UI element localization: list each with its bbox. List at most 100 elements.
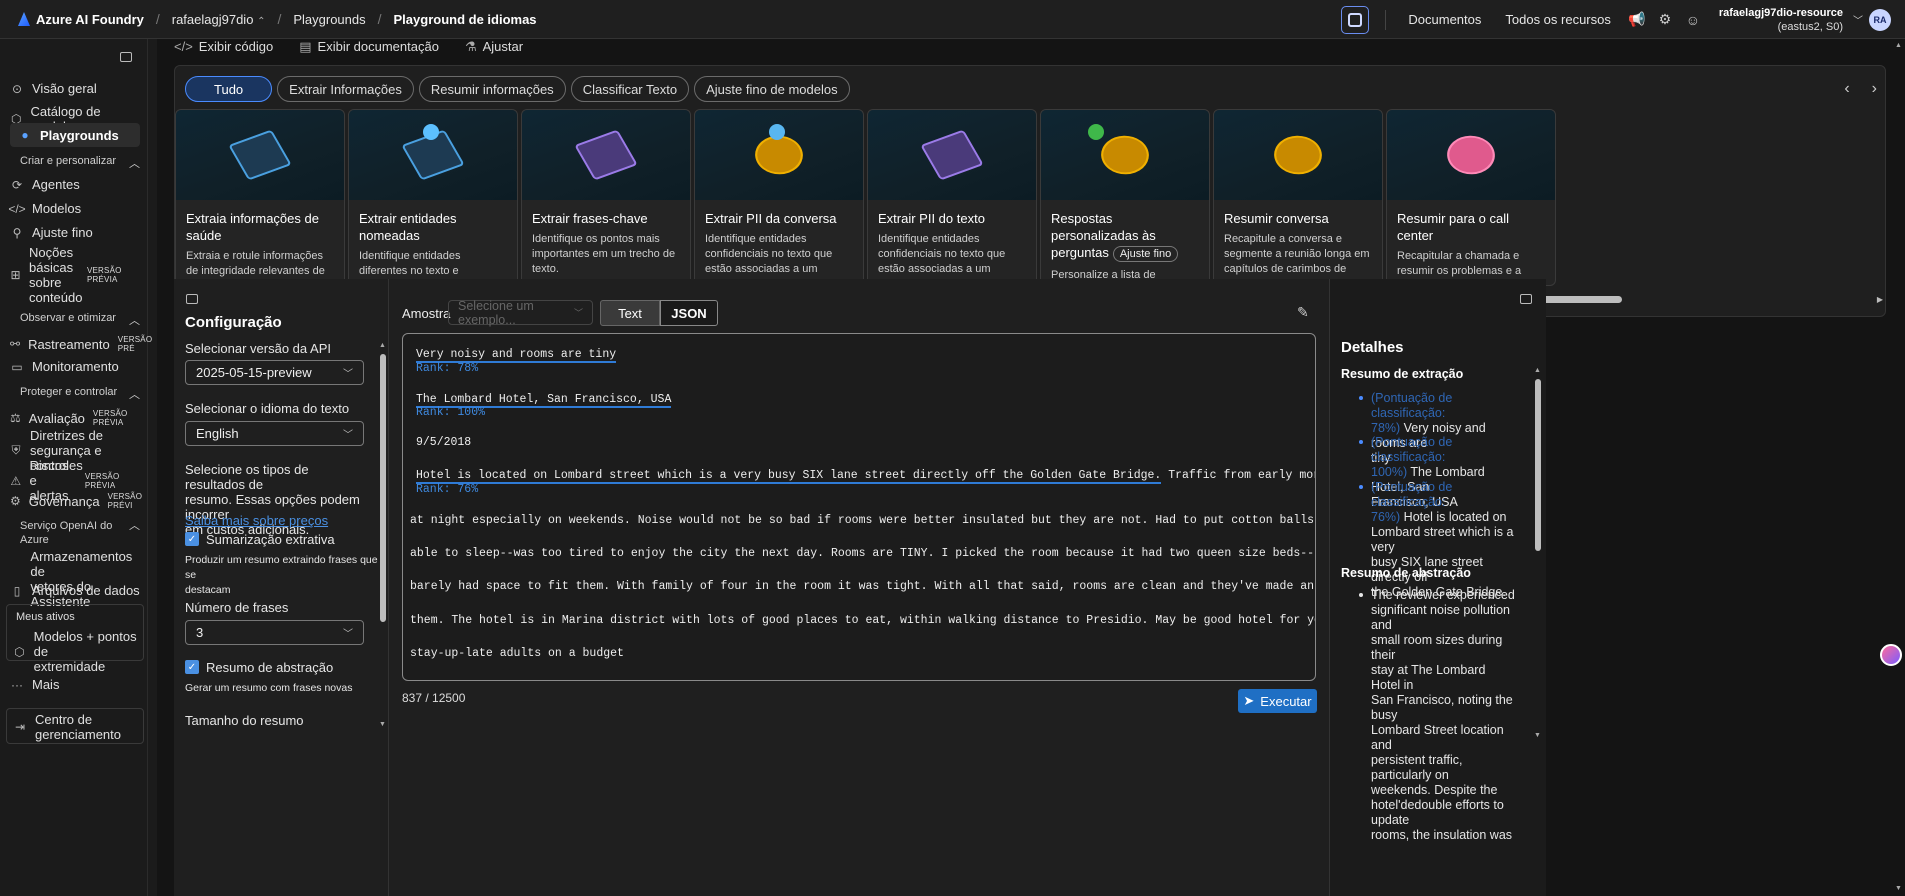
extract-item: (Pontuação de classificação: 76%) Hotel i… <box>1371 480 1514 599</box>
adjust-button[interactable]: ⚗ Ajustar <box>465 39 523 57</box>
breadcrumb-project[interactable]: rafaelagj97dio ⌃ <box>172 12 266 27</box>
scroll-down-icon[interactable]: ▼ <box>1895 885 1902 892</box>
all-resources-link[interactable]: Todos os recursos <box>1505 12 1611 27</box>
sidebar-item-evaluation[interactable]: ⚖ Avaliação VERSÃO PRÉVIA <box>10 409 140 427</box>
scroll-up-icon[interactable]: ▲ <box>379 342 386 349</box>
chip-classify[interactable]: Classificar Texto <box>570 76 690 102</box>
chip-extract[interactable]: Extrair Informações <box>277 76 414 102</box>
config-title: Configuração <box>185 314 282 331</box>
copilot-button[interactable] <box>1341 5 1370 34</box>
card-health[interactable]: Extraia informações de saúde Extraia e ro… <box>175 109 345 286</box>
sidebar-item-finetune[interactable]: ⚲ Ajuste fino <box>10 225 140 240</box>
tab-text[interactable]: Text <box>600 300 660 326</box>
collapse-details-icon[interactable] <box>1520 294 1532 304</box>
config-scrollbar[interactable]: ▲ ▼ <box>379 342 387 728</box>
chevron-up-icon: ︿ <box>129 158 140 170</box>
account-info[interactable]: rafaelagj97dio-resource (eastus2, S0) <box>1719 6 1843 34</box>
text-display[interactable]: Very noisy and rooms are tiny Rank: 78% … <box>402 333 1316 681</box>
copilot-bubble-icon[interactable] <box>1880 644 1902 666</box>
card-pii-conversation[interactable]: Extrair PII da conversa Identifique entid… <box>694 109 864 286</box>
chevron-left-icon[interactable]: ‹ <box>1844 80 1849 98</box>
sidebar-item-vector-stores[interactable]: Armazenamentos de vetores do Assistente <box>10 549 140 609</box>
card-custom-qa[interactable]: Respostas personalizadas às perguntas Aju… <box>1040 109 1210 286</box>
text-line: barely had space to fit them. With famil… <box>410 580 1315 593</box>
card-entities[interactable]: Extrair entidades nomeadas Identifique en… <box>348 109 518 286</box>
extract-summary-title: Resumo de extração <box>1341 367 1464 381</box>
breadcrumb-playgrounds[interactable]: Playgrounds <box>293 12 365 27</box>
abstract-summary-title: Resumo de abstração <box>1341 566 1471 580</box>
scroll-down-icon[interactable]: ▼ <box>1534 732 1541 739</box>
view-docs-button[interactable]: ▤ Exibir documentação <box>299 39 439 57</box>
extractive-checkbox[interactable]: ✓ <box>185 532 199 546</box>
finetune-tag: Ajuste fino <box>1112 246 1179 262</box>
megaphone-icon[interactable]: 📢 <box>1628 11 1645 28</box>
language-select[interactable]: English ﹀ <box>185 421 364 446</box>
card-keyphrases[interactable]: Extrair frases-chave Identifique os ponto… <box>521 109 691 286</box>
chevron-right-icon[interactable]: › <box>1872 80 1877 98</box>
brand[interactable]: Azure AI Foundry <box>0 12 144 27</box>
sidebar-item-more[interactable]: ··· Mais <box>10 677 140 692</box>
collapse-sidebar-icon[interactable] <box>120 52 132 62</box>
scroll-up-icon[interactable]: ▲ <box>1895 42 1902 49</box>
management-center[interactable]: ⇥ Centro de gerenciamento <box>6 708 144 744</box>
collapse-panel-icon[interactable] <box>186 294 198 304</box>
chevron-down-icon: ﹀ <box>343 430 353 441</box>
smiley-icon[interactable]: ☺ <box>1685 12 1701 28</box>
content-icon: ⊞ <box>10 268 21 282</box>
filter-chips: Tudo Extrair Informações Resumir informa… <box>185 76 850 102</box>
sidebar-item-monitoring[interactable]: ▭ Monitoramento <box>10 359 140 374</box>
sidebar-item-content-basics[interactable]: ⊞ Noções básicas sobre conteúdo VERSÃO PRÉV… <box>10 245 140 305</box>
section-create[interactable]: Criar e personalizar ︿ <box>20 155 140 171</box>
bullet <box>1359 440 1363 444</box>
chip-summarize[interactable]: Resumir informações <box>418 76 566 102</box>
section-protect[interactable]: Proteger e controlar ︿ <box>20 386 140 402</box>
num-sentences-select[interactable]: 3 ﹀ <box>185 620 364 645</box>
scroll-thumb[interactable] <box>1535 379 1541 551</box>
avatar[interactable]: RA <box>1869 8 1891 31</box>
sidebar-item-models-endpoints[interactable]: ⬡ Modelos + pontos de extremidade <box>13 629 143 674</box>
sidebar-item-models[interactable]: </> Modelos <box>8 201 140 216</box>
sidebar-item-data-files[interactable]: ▯ Arquivos de dados <box>10 583 140 598</box>
details-scrollbar[interactable]: ▲ ▼ <box>1534 367 1542 739</box>
card-illustration <box>349 110 517 200</box>
card-summarize-conversation[interactable]: Resumir conversa Recapitule a conversa e … <box>1213 109 1383 286</box>
account-name: rafaelagj97dio-resource <box>1718 6 1843 19</box>
api-version-select[interactable]: 2025-05-15-preview ﹀ <box>185 360 364 385</box>
sidebar-item-playgrounds[interactable]: ● Playgrounds <box>10 123 140 147</box>
scroll-thumb[interactable] <box>380 354 386 622</box>
abstractive-checkbox[interactable]: ✓ <box>185 660 199 674</box>
char-counter: 837 / 12500 <box>402 691 466 705</box>
gear-icon[interactable]: ⚙ <box>1657 11 1673 28</box>
card-pii-text[interactable]: Extrair PII do texto Identifique entidade… <box>867 109 1037 286</box>
configuration-panel: Configuração Selecionar versão da API 20… <box>174 279 389 896</box>
sidebar-item-governance[interactable]: ⚙ Governança VERSÃO PRÉVI <box>10 492 142 510</box>
section-observe[interactable]: Observar e otimizar ︿ <box>20 312 140 328</box>
run-button[interactable]: ➤ Executar <box>1238 689 1317 713</box>
tab-json[interactable]: JSON <box>660 300 718 326</box>
docs-link[interactable]: Documentos <box>1408 12 1481 27</box>
edit-pencil-icon[interactable]: ✎ <box>1297 304 1309 321</box>
chip-all[interactable]: Tudo <box>185 76 273 102</box>
overview-icon: ⊙ <box>11 81 23 96</box>
chevron-down-icon[interactable]: ﹀ <box>1853 12 1863 27</box>
sidebar-item-agents[interactable]: ⟳ Agentes <box>10 177 140 192</box>
view-code-button[interactable]: </> Exibir código <box>174 39 273 57</box>
sidebar-item-overview[interactable]: ⊙ Visão geral <box>10 81 140 96</box>
sidebar: ⊙Visão geral ⬡Catálogo de modelos ●Playg… <box>0 39 152 896</box>
page-scrollbar[interactable]: ▲ ▼ <box>1895 42 1903 892</box>
chevron-down-icon: ﹀ <box>343 369 353 380</box>
scroll-up-icon[interactable]: ▲ <box>1534 367 1541 374</box>
language-label: Selecionar o idioma do texto <box>185 401 350 416</box>
text-line: stay-up-late adults on a budget <box>410 647 624 660</box>
section-openai[interactable]: Serviço OpenAI do Azure ︿ <box>20 519 140 547</box>
pricing-link[interactable]: Saiba mais sobre preços <box>185 513 328 528</box>
scroll-right-icon[interactable]: ▶ <box>1877 295 1883 304</box>
bullet <box>1359 396 1363 400</box>
sidebar-item-tracing[interactable]: ⚯ Rastreamento VERSÃO PRÉ <box>10 335 152 353</box>
card-call-center[interactable]: Resumir para o call center Recapitular a … <box>1386 109 1556 286</box>
api-version-label: Selecionar versão da API <box>185 341 331 356</box>
chip-finetune[interactable]: Ajuste fino de modelos <box>694 76 850 102</box>
sidebar-item-mgmt[interactable]: ⇥ Centro de gerenciamento <box>13 712 143 742</box>
sample-select[interactable]: Selecione um exemplo... ﹀ <box>448 299 593 327</box>
scroll-down-icon[interactable]: ▼ <box>379 721 386 728</box>
